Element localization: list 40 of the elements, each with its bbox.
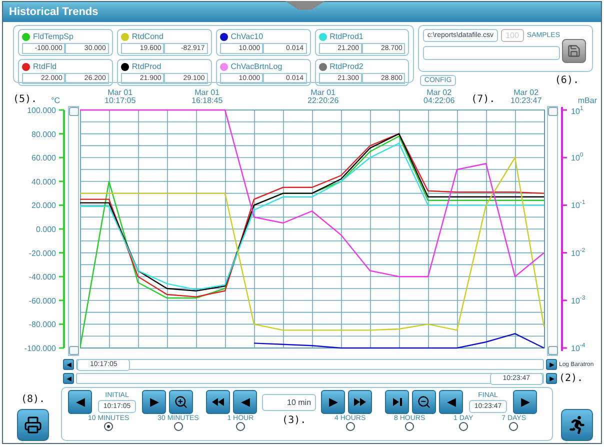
step-field[interactable]: 10 min <box>262 394 316 410</box>
axis-tick-label: 10$^{1}$ <box>571 106 584 116</box>
axis-tick-label: 80.000 <box>32 130 56 139</box>
channel-name: RtdCond <box>132 32 164 41</box>
channel-name: RtdProd2 <box>330 62 364 71</box>
time-label: Mar 02 04:22:06 <box>422 89 456 105</box>
axis-tick-label: 100.000 <box>27 106 56 115</box>
axis-tick-label: -20.000 <box>28 248 56 258</box>
callout-number: (7). <box>471 94 496 105</box>
axis-tick-label: 20.000 <box>32 201 56 210</box>
axis-tick-label: -80.000 <box>28 320 56 330</box>
callout-number: (6). <box>554 75 579 86</box>
axis-tick-label: 10$^{0}$ <box>571 152 584 163</box>
unit-label: mBar <box>576 96 598 105</box>
channel-name: ChVacBrtnLog <box>230 62 282 71</box>
callout-number: (2). <box>559 373 584 384</box>
axis-tick-label: 0.000 <box>36 225 56 234</box>
axis-tick-label: 10$^{-3}$ <box>571 295 586 306</box>
callout-number: (3). <box>282 415 306 428</box>
axis-tick-label: 10$^{-4}$ <box>571 343 586 353</box>
channel-name: RtdFld <box>33 62 57 71</box>
axis-tick-label: 10$^{-2}$ <box>571 248 586 258</box>
axis-tick-label: 60.000 <box>32 154 56 163</box>
axis-tick-label: 40.000 <box>32 177 56 186</box>
time-label: Mar 01 22:20:26 <box>306 89 340 105</box>
window-title: Historical Trends <box>3 2 601 22</box>
channel-name: FldTempSp <box>33 32 74 41</box>
axis-tick-label: -60.000 <box>28 296 56 306</box>
callout-number: (5). <box>13 94 38 105</box>
channel-name: RtdProd1 <box>330 32 364 41</box>
axis-tick-label: -100.000 <box>24 344 56 353</box>
axis-tick-label: -40.000 <box>28 272 56 282</box>
time-label: Mar 02 10:23:47 <box>510 89 543 105</box>
channel-name: ChVac10 <box>230 32 264 41</box>
axis-tick-label: 10$^{-1}$ <box>571 200 586 210</box>
time-label: Mar 01 10:17:05 <box>104 89 137 105</box>
channel-name: RtdProd <box>132 62 162 71</box>
callout-number: (8). <box>20 394 46 405</box>
unit-label: °C <box>51 96 62 105</box>
time-label: Mar 01 16:18:45 <box>190 89 224 105</box>
